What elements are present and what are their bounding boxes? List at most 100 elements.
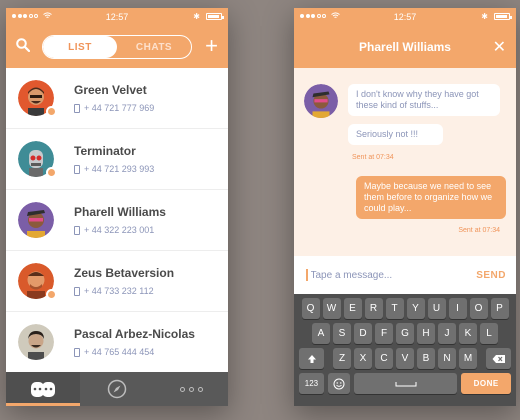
keyboard-row-3: ZXCVBNM bbox=[297, 348, 513, 369]
avatar bbox=[18, 324, 54, 360]
contact-row-terminator[interactable]: Terminator + 44 721 293 993 bbox=[6, 129, 228, 190]
contact-phone: + 44 721 777 969 bbox=[84, 103, 155, 113]
chat-screen: 12:57 ✱ Pharell Williams ✕ I don't know … bbox=[294, 8, 516, 406]
mobile-phone-icon bbox=[74, 164, 80, 174]
key-a[interactable]: A bbox=[312, 323, 330, 344]
key-t[interactable]: T bbox=[385, 298, 404, 319]
contact-list: Green Velvet + 44 721 777 969 Terminator… bbox=[6, 68, 228, 372]
chat-title: Pharell Williams bbox=[359, 40, 451, 54]
key-k[interactable]: K bbox=[459, 323, 477, 344]
incoming-message: Seriously not !!! bbox=[348, 124, 443, 145]
key-q[interactable]: Q bbox=[301, 298, 320, 319]
tab-contacts[interactable] bbox=[6, 372, 80, 406]
wifi-icon bbox=[43, 12, 52, 18]
status-time: 12:57 bbox=[393, 12, 417, 22]
key-b[interactable]: B bbox=[417, 348, 435, 369]
contact-phone: + 44 322 223 001 bbox=[84, 225, 155, 235]
key-j[interactable]: J bbox=[438, 323, 456, 344]
status-dot bbox=[46, 289, 57, 300]
contact-phone: + 44 765 444 454 bbox=[84, 347, 155, 357]
key-h[interactable]: H bbox=[417, 323, 435, 344]
contacts-header: LIST CHATS + bbox=[6, 26, 228, 68]
battery-icon bbox=[206, 13, 224, 20]
avatar bbox=[18, 263, 57, 300]
done-key[interactable]: DONE bbox=[461, 373, 511, 394]
space-icon bbox=[395, 381, 416, 386]
tab-more[interactable] bbox=[154, 372, 228, 406]
add-contact-button[interactable]: + bbox=[205, 35, 218, 57]
signal-dots-icon bbox=[300, 13, 326, 18]
close-icon[interactable]: ✕ bbox=[493, 37, 506, 57]
avatar bbox=[18, 141, 57, 178]
key-x[interactable]: X bbox=[354, 348, 372, 369]
contact-name: Terminator bbox=[74, 144, 136, 158]
tab-explore[interactable] bbox=[80, 372, 154, 406]
key-s[interactable]: S bbox=[333, 323, 351, 344]
key-v[interactable]: V bbox=[396, 348, 414, 369]
avatar bbox=[18, 202, 54, 238]
sent-timestamp: Sent at 07:34 bbox=[352, 154, 394, 161]
contact-name: Pascal Arbez-Nicolas bbox=[74, 327, 195, 341]
tab-chats[interactable]: CHATS bbox=[117, 36, 191, 58]
key-i[interactable]: I bbox=[448, 298, 467, 319]
outgoing-message: Maybe because we need to see them before… bbox=[356, 176, 506, 219]
contacts-screen: 12:57 ✱ LIST CHATS + Green Velvet + 44 7… bbox=[6, 8, 228, 406]
keyboard-row-2: ASDFGHJKL bbox=[297, 323, 513, 344]
message-input[interactable] bbox=[310, 269, 451, 281]
key-m[interactable]: M bbox=[459, 348, 477, 369]
mobile-phone-icon bbox=[74, 225, 80, 235]
key-p[interactable]: P bbox=[490, 298, 509, 319]
key-z[interactable]: Z bbox=[333, 348, 351, 369]
contact-row-pharell-williams[interactable]: Pharell Williams + 44 322 223 001 bbox=[6, 190, 228, 251]
backspace-key[interactable] bbox=[486, 348, 511, 369]
contact-row-green-velvet[interactable]: Green Velvet + 44 721 777 969 bbox=[6, 68, 228, 129]
mobile-phone-icon bbox=[74, 103, 80, 113]
key-r[interactable]: R bbox=[364, 298, 383, 319]
keyboard: QWERTYUIOP ASDFGHJKL ZXCVBNM 123 DONE bbox=[294, 294, 516, 406]
signal-dots-icon bbox=[12, 13, 38, 18]
signal-indicator bbox=[300, 12, 340, 19]
more-icon bbox=[179, 386, 203, 392]
bluetooth-icon: ✱ bbox=[193, 12, 200, 21]
key-g[interactable]: G bbox=[396, 323, 414, 344]
key-w[interactable]: W bbox=[322, 298, 341, 319]
key-o[interactable]: O bbox=[469, 298, 488, 319]
status-time: 12:57 bbox=[105, 12, 129, 22]
status-dot bbox=[46, 167, 57, 178]
search-icon[interactable] bbox=[16, 38, 30, 52]
list-chats-toggle: LIST CHATS bbox=[42, 35, 192, 59]
key-d[interactable]: D bbox=[354, 323, 372, 344]
status-bar: 12:57 ✱ bbox=[6, 8, 228, 26]
avatar bbox=[304, 84, 338, 118]
message-composer: SEND bbox=[294, 256, 516, 294]
message-thread: I don't know why they have got these kin… bbox=[294, 68, 516, 256]
text-cursor bbox=[306, 269, 308, 281]
contact-row-pascal-arbez-nicolas[interactable]: Pascal Arbez-Nicolas + 44 765 444 454 bbox=[6, 312, 228, 372]
status-bar: 12:57 ✱ bbox=[294, 8, 516, 26]
emoji-key[interactable] bbox=[327, 373, 350, 394]
avatar bbox=[18, 80, 57, 117]
key-u[interactable]: U bbox=[427, 298, 446, 319]
contact-row-zeus-betaversion[interactable]: Zeus Betaversion + 44 733 232 112 bbox=[6, 251, 228, 312]
numbers-key[interactable]: 123 bbox=[299, 373, 324, 394]
bottom-tab-bar bbox=[6, 372, 228, 406]
compass-icon bbox=[107, 379, 127, 399]
mobile-phone-icon bbox=[74, 286, 80, 296]
wifi-icon bbox=[331, 12, 340, 18]
send-button[interactable]: SEND bbox=[476, 270, 506, 281]
signal-indicator bbox=[12, 12, 52, 19]
shift-key[interactable] bbox=[299, 348, 324, 369]
backspace-icon bbox=[492, 354, 505, 363]
key-e[interactable]: E bbox=[343, 298, 362, 319]
contact-name: Pharell Williams bbox=[74, 205, 166, 219]
keyboard-row-1: QWERTYUIOP bbox=[297, 298, 513, 319]
bluetooth-icon: ✱ bbox=[481, 12, 488, 21]
keyboard-row-4: 123 DONE bbox=[297, 373, 513, 394]
key-f[interactable]: F bbox=[375, 323, 393, 344]
key-l[interactable]: L bbox=[480, 323, 498, 344]
tab-list[interactable]: LIST bbox=[43, 36, 117, 58]
key-c[interactable]: C bbox=[375, 348, 393, 369]
key-n[interactable]: N bbox=[438, 348, 456, 369]
space-key[interactable] bbox=[353, 373, 458, 394]
key-y[interactable]: Y bbox=[406, 298, 425, 319]
